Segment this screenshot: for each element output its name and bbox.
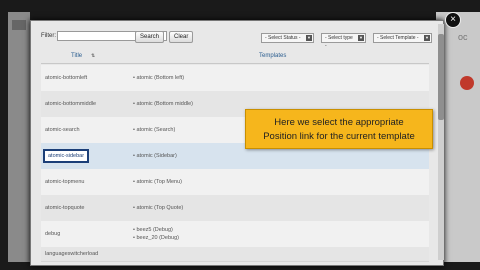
template-item: • atomic (Sidebar)	[133, 153, 177, 159]
close-icon[interactable]: ×	[445, 12, 461, 28]
position-link-selected[interactable]: atomic-sidebar	[43, 149, 90, 163]
template-list: • atomic (Top Quote)	[133, 204, 183, 212]
template-item: • atomic (Top Quote)	[133, 205, 184, 211]
background-text: oc	[458, 32, 468, 42]
chevron-down-icon: ▼	[424, 35, 430, 41]
position-link[interactable]: debug	[45, 231, 60, 237]
template-list: • atomic (Sidebar)	[133, 152, 177, 160]
table-row: debug • beez5 (Debug) • beez_20 (Debug)	[41, 221, 429, 248]
position-select-modal: Filter: Search Clear - Select Status - ▼ …	[30, 20, 444, 266]
template-item: • beez5 (Debug)	[133, 227, 173, 233]
tutorial-callout: Here we select the appropriate Position …	[245, 109, 433, 149]
template-select-value: - Select Template -	[377, 35, 419, 41]
template-item: • atomic (Bottom left)	[133, 75, 185, 81]
position-link[interactable]: atomic-search	[45, 127, 80, 133]
template-item: • atomic (Top Menu)	[133, 179, 182, 185]
status-select[interactable]: - Select Status - ▼	[261, 33, 314, 43]
template-list: • atomic (Top Menu)	[133, 178, 182, 186]
search-button[interactable]: Search	[135, 31, 165, 43]
template-list: • beez5 (Debug) • beez_20 (Debug)	[133, 226, 179, 242]
background-tile	[12, 20, 26, 30]
status-select-value: - Select Status -	[265, 35, 301, 41]
template-select[interactable]: - Select Template - ▼	[373, 33, 432, 43]
chevron-down-icon: ▼	[358, 35, 364, 41]
table-row: atomic-topquote • atomic (Top Quote)	[41, 195, 429, 222]
position-link[interactable]: atomic-topquote	[45, 205, 84, 211]
clear-button[interactable]: Clear	[169, 31, 194, 43]
type-select-value: - Select type -	[325, 35, 353, 49]
template-item: • atomic (Search)	[133, 127, 176, 133]
modal-scrollbar[interactable]	[438, 24, 444, 260]
filter-label: Filter:	[41, 33, 56, 39]
template-list: • atomic (Bottom left)	[133, 74, 184, 82]
position-link[interactable]: atomic-bottommiddle	[45, 101, 96, 107]
template-item: • beez_20 (Debug)	[133, 235, 179, 241]
positions-table: atomic-bottomleft • atomic (Bottom left)…	[41, 65, 429, 262]
filter-bar: Filter: Search Clear - Select Status - ▼ …	[31, 29, 443, 49]
template-list: • atomic (Search)	[133, 126, 175, 134]
template-item: • atomic (Bottom middle)	[133, 101, 193, 107]
scrollbar-thumb[interactable]	[438, 34, 444, 120]
template-list: • atomic (Bottom middle)	[133, 100, 193, 108]
table-row: atomic-bottomleft • atomic (Bottom left)	[41, 65, 429, 92]
column-header-title[interactable]: Title	[71, 53, 82, 59]
table-row: atomic-topmenu • atomic (Top Menu)	[41, 169, 429, 196]
callout-line-1: Here we select the appropriate	[274, 117, 404, 128]
chevron-down-icon: ▼	[306, 35, 312, 41]
column-header-templates: Templates	[259, 53, 287, 59]
table-header: Title ⇅ Templates	[41, 51, 429, 64]
sort-icon[interactable]: ⇅	[91, 53, 95, 59]
table-row: languageswitcherload	[41, 247, 429, 262]
background-red-icon	[460, 76, 474, 90]
type-select[interactable]: - Select type - ▼	[321, 33, 366, 49]
callout-line-2: Position link for the current template	[263, 131, 415, 142]
background-left-panel	[8, 12, 30, 262]
position-link[interactable]: atomic-bottomleft	[45, 75, 87, 81]
position-link[interactable]: atomic-topmenu	[45, 179, 84, 185]
position-link[interactable]: languageswitcherload	[45, 251, 98, 257]
